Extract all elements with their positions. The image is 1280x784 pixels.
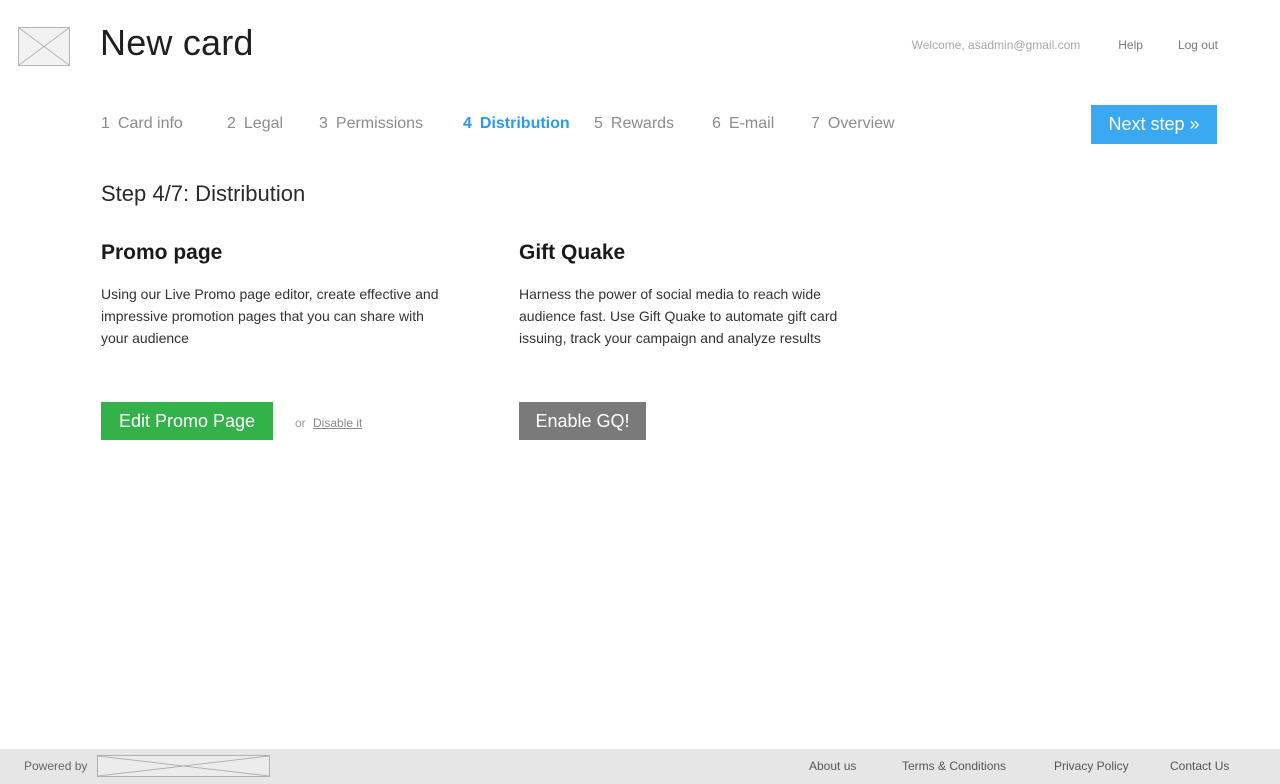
step-label: Permissions	[335, 115, 424, 132]
next-step-button[interactable]: Next step »	[1091, 105, 1217, 144]
footer-link-about[interactable]: About us	[809, 759, 856, 773]
enable-gq-button[interactable]: Enable GQ!	[519, 402, 646, 440]
logo-placeholder-icon	[18, 27, 70, 66]
gift-quake-description: Harness the power of social media to rea…	[519, 286, 838, 346]
footer-link-contact[interactable]: Contact Us	[1170, 759, 1229, 773]
step-email[interactable]: 6 E-mail	[712, 115, 774, 133]
step-number: 7	[811, 115, 820, 132]
powered-by-text: Powered by	[24, 759, 88, 773]
help-link[interactable]: Help	[1118, 38, 1143, 52]
footer: Powered by About us Terms & Conditions P…	[0, 749, 1280, 784]
welcome-text: Welcome, asadmin@gmail.com	[911, 38, 1081, 52]
step-label: Legal	[243, 115, 284, 132]
step-distribution[interactable]: 4 Distribution	[463, 115, 570, 133]
disable-promo-link[interactable]: Disable it	[313, 416, 362, 430]
or-text: or	[295, 416, 306, 430]
step-number: 2	[227, 115, 236, 132]
step-number: 5	[594, 115, 603, 132]
step-number: 1	[101, 115, 110, 132]
step-label: Distribution	[479, 115, 570, 132]
step-legal[interactable]: 2 Legal	[227, 115, 283, 133]
step-label: E-mail	[728, 115, 775, 132]
step-rewards[interactable]: 5 Rewards	[594, 115, 674, 133]
logout-link[interactable]: Log out	[1178, 38, 1218, 52]
page-title: New card	[100, 22, 254, 63]
gift-quake-section: Gift Quake Harness the power of social m…	[519, 241, 859, 349]
step-card-info[interactable]: 1 Card info	[101, 115, 183, 133]
step-label: Card info	[117, 115, 183, 132]
step-number: 6	[712, 115, 721, 132]
promo-page-section: Promo page Using our Live Promo page edi…	[101, 241, 441, 349]
step-label: Overview	[827, 115, 895, 132]
footer-link-privacy[interactable]: Privacy Policy	[1054, 759, 1129, 773]
gift-quake-title: Gift Quake	[519, 241, 626, 264]
step-heading: Step 4/7: Distribution	[101, 181, 306, 206]
footer-link-terms[interactable]: Terms & Conditions	[902, 759, 1006, 773]
promo-page-description: Using our Live Promo page editor, create…	[101, 286, 439, 346]
edit-promo-page-button[interactable]: Edit Promo Page	[101, 402, 273, 440]
partner-logo-placeholder-icon	[97, 755, 270, 777]
user-nav: Welcome, asadmin@gmail.com Help Log out	[912, 38, 1218, 52]
step-label: Rewards	[610, 115, 675, 132]
step-number: 4	[463, 115, 472, 132]
promo-page-title: Promo page	[101, 241, 223, 264]
step-permissions[interactable]: 3 Permissions	[319, 115, 423, 133]
disable-option: or Disable it	[295, 416, 362, 430]
step-overview[interactable]: 7 Overview	[811, 115, 895, 133]
step-number: 3	[319, 115, 328, 132]
